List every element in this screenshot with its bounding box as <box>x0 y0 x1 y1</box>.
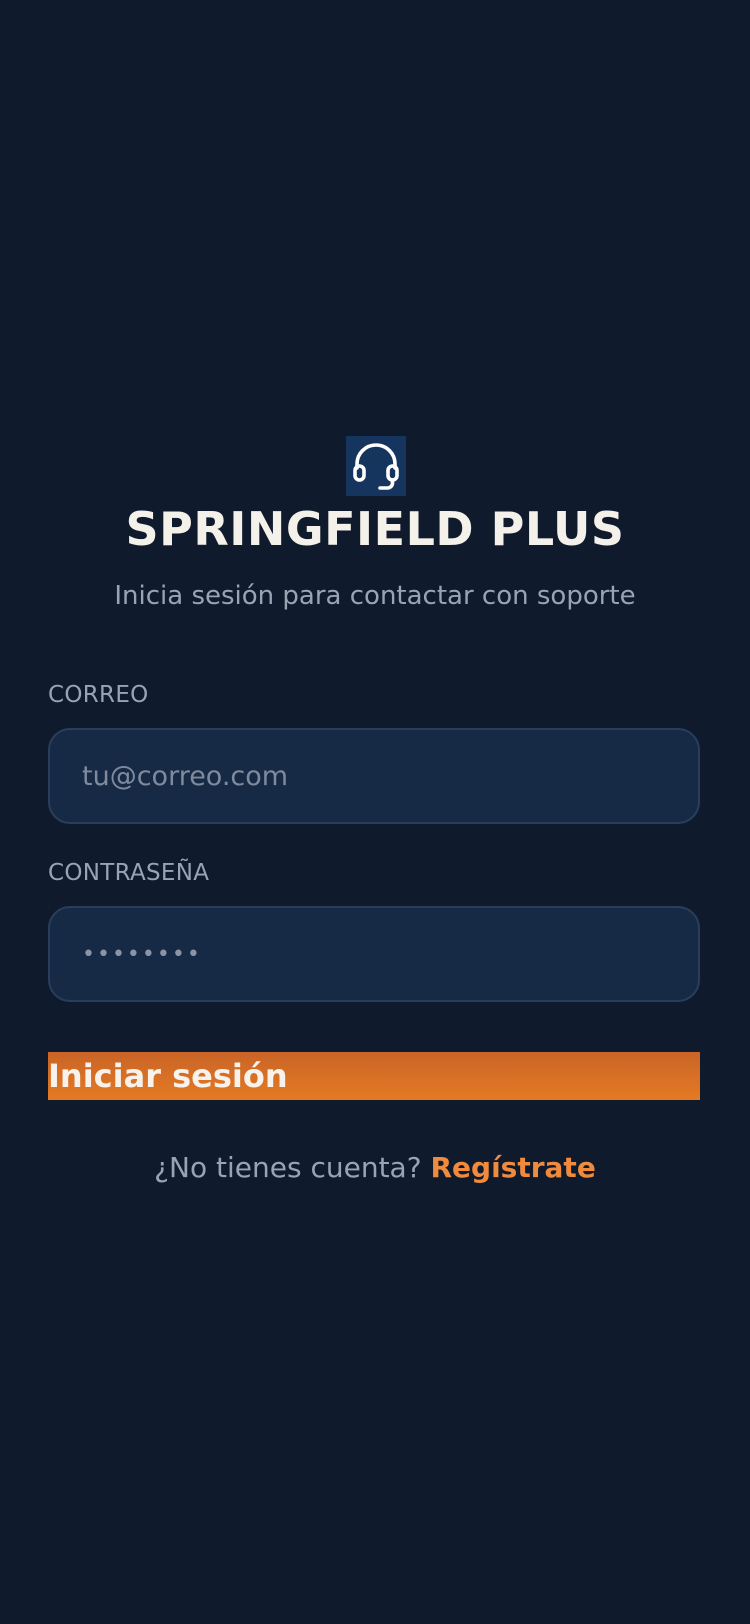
signup-link[interactable]: Regístrate <box>430 1151 595 1184</box>
login-button[interactable]: Iniciar sesión <box>48 1052 700 1100</box>
signup-row: ¿No tienes cuenta? Regístrate <box>0 1148 750 1188</box>
app-title: SPRINGFIELD PLUS <box>125 502 625 556</box>
email-label: CORREO <box>48 682 149 708</box>
headset-icon <box>353 443 399 490</box>
login-screen: SPRINGFIELD PLUS Inicia sesión para cont… <box>0 0 750 1624</box>
signup-prompt: ¿No tienes cuenta? <box>154 1151 422 1184</box>
page-subtitle: Inicia sesión para contactar con soporte <box>114 581 636 611</box>
password-label: CONTRASEÑA <box>48 860 210 886</box>
logo <box>346 436 406 496</box>
email-input[interactable] <box>48 728 700 824</box>
password-input[interactable]: •••••••• <box>48 906 700 1002</box>
